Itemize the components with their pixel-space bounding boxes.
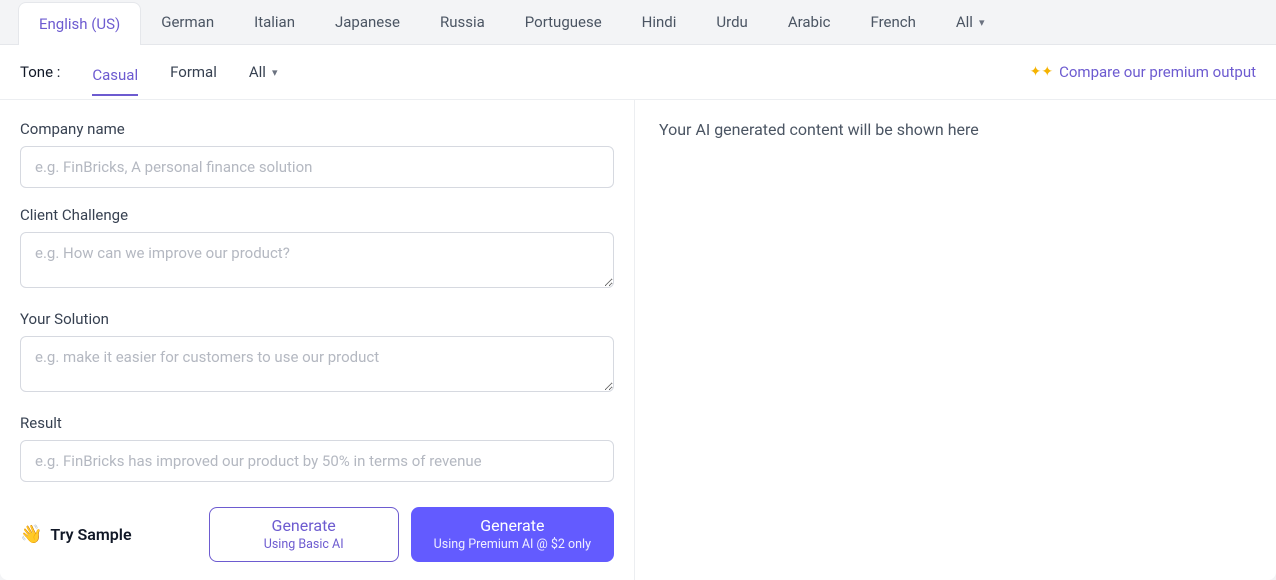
compare-premium-link[interactable]: ✦✦ Compare our premium output: [1030, 63, 1256, 81]
generate-premium-sub: Using Premium AI @ $2 only: [434, 537, 591, 553]
tone-bar: Tone : Casual Formal All ▾ ✦✦ Compare ou…: [0, 45, 1276, 100]
lang-tab-italian[interactable]: Italian: [234, 1, 315, 43]
try-sample-label: Try Sample: [50, 525, 131, 544]
your-solution-label: Your Solution: [20, 310, 614, 328]
lang-tab-german[interactable]: German: [141, 1, 234, 43]
your-solution-input[interactable]: [20, 336, 614, 392]
company-name-input[interactable]: [20, 146, 614, 188]
chevron-down-icon: ▾: [979, 16, 985, 29]
lang-tab-french[interactable]: French: [850, 1, 935, 43]
generate-premium-title: Generate: [434, 516, 591, 536]
company-name-label: Company name: [20, 120, 614, 138]
compare-premium-label: Compare our premium output: [1059, 63, 1256, 81]
tone-option-all-label: All: [249, 63, 266, 81]
lang-tab-all-label: All: [956, 13, 973, 31]
generate-basic-title: Generate: [232, 516, 376, 536]
wave-icon: 👋: [20, 524, 42, 545]
output-placeholder: Your AI generated content will be shown …: [659, 120, 1252, 139]
result-input[interactable]: [20, 440, 614, 482]
lang-tab-english[interactable]: English (US): [18, 2, 141, 45]
lang-tab-russia[interactable]: Russia: [420, 1, 505, 43]
lang-tab-portuguese[interactable]: Portuguese: [505, 1, 622, 43]
generate-basic-button[interactable]: Generate Using Basic AI: [209, 507, 399, 562]
client-challenge-input[interactable]: [20, 232, 614, 288]
generate-basic-sub: Using Basic AI: [232, 537, 376, 553]
try-sample-button[interactable]: 👋 Try Sample: [20, 524, 132, 545]
result-label: Result: [20, 414, 614, 432]
tone-option-casual[interactable]: Casual: [92, 60, 138, 96]
output-panel: Your AI generated content will be shown …: [635, 100, 1276, 580]
form-panel: Company name Client Challenge Your Solut…: [0, 100, 635, 580]
client-challenge-label: Client Challenge: [20, 206, 614, 224]
lang-tab-all[interactable]: All ▾: [936, 1, 1005, 43]
lang-tab-urdu[interactable]: Urdu: [696, 1, 767, 43]
sparkle-icon: ✦✦: [1030, 64, 1053, 80]
tone-option-formal[interactable]: Formal: [170, 57, 217, 87]
lang-tab-japanese[interactable]: Japanese: [315, 1, 420, 43]
tone-option-all[interactable]: All ▾: [249, 57, 278, 87]
tone-label: Tone :: [20, 63, 60, 81]
chevron-down-icon: ▾: [272, 66, 278, 79]
lang-tab-hindi[interactable]: Hindi: [622, 1, 697, 43]
lang-tab-arabic[interactable]: Arabic: [768, 1, 851, 43]
language-tabs: English (US) German Italian Japanese Rus…: [0, 0, 1276, 45]
generate-premium-button[interactable]: Generate Using Premium AI @ $2 only: [411, 507, 614, 562]
